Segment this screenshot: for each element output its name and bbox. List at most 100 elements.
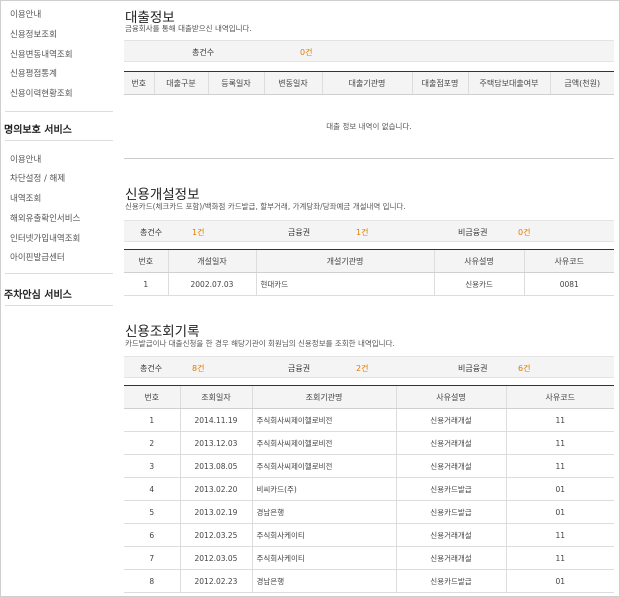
cell-no: 7: [124, 546, 180, 570]
cell-reason: 신용거래개설: [395, 431, 506, 455]
cell-code: 0081: [523, 272, 614, 296]
sidebar-item-overseas-leak[interactable]: 해외유출확인서비스: [10, 212, 80, 224]
cell-reason: 신용카드발급: [395, 569, 506, 593]
col-header: 조회일자: [179, 385, 252, 409]
sidebar-item-credit-history[interactable]: 신용이력현황조회: [10, 87, 73, 99]
sidebar-section-identity-protection[interactable]: 명의보호 서비스: [4, 121, 72, 136]
cell-date: 2002.07.03: [167, 272, 256, 296]
loan-summary: 총건수 0건: [124, 40, 614, 62]
cell-institution: 주식회사씨제이헬로비전: [251, 408, 396, 432]
col-header: 사유코드: [505, 385, 614, 409]
inquiry-table-header: 번호 조회일자 조회기관명 사유설명 사유코드: [124, 385, 614, 409]
col-header: 주택담보대출여부: [467, 71, 550, 95]
col-header: 번호: [124, 71, 154, 95]
cell-reason: 신용카드발급: [395, 477, 506, 501]
sidebar-item-identity-guide[interactable]: 이용안내: [10, 153, 41, 165]
table-row: 2 2013.12.03 주식회사씨제이헬로비전 신용거래개설 11: [124, 431, 614, 455]
sidebar: 이용안내 신용정보조회 신용변동내역조회 신용평점통계 신용이력현황조회 명의보…: [1, 1, 113, 596]
cell-institution: 경남은행: [251, 569, 396, 593]
cell-date: 2013.02.20: [179, 477, 252, 501]
table-row: 3 2013.08.05 주식회사씨제이헬로비전 신용거래개설 11: [124, 454, 614, 478]
sidebar-section-parking[interactable]: 주차안심 서비스: [4, 286, 72, 301]
cell-code: 11: [505, 523, 614, 547]
cell-institution: 주식회사케이티: [251, 546, 396, 570]
sidebar-item-credit-info[interactable]: 신용정보조회: [10, 28, 57, 40]
col-header: 개설일자: [167, 249, 256, 273]
sidebar-divider: [5, 140, 113, 141]
inquiry-desc: 카드발급이나 대출신청을 한 경우 해당기관이 회원님의 신용정보를 조회한 내…: [125, 339, 395, 348]
col-header: 번호: [124, 249, 168, 273]
loan-empty-text: 대출 정보 내역이 없습니다.: [326, 122, 412, 131]
cell-no: 1: [124, 272, 168, 296]
account-desc: 신용카드(체크카드 포함)/백화점 카드발급, 할부거래, 가계당좌/당좌예금 …: [125, 202, 406, 211]
cell-reason: 신용카드발급: [395, 500, 506, 524]
sidebar-divider: [5, 111, 113, 112]
cell-institution: 주식회사씨제이헬로비전: [251, 431, 396, 455]
inquiry-nonfin-label: 비금융권: [458, 364, 488, 373]
cell-date: 2012.02.23: [179, 569, 252, 593]
cell-date: 2013.08.05: [179, 454, 252, 478]
col-header: 대출구분: [153, 71, 208, 95]
cell-code: 01: [505, 477, 614, 501]
cell-code: 11: [505, 431, 614, 455]
cell-code: 11: [505, 546, 614, 570]
sidebar-item-ipin[interactable]: 아이핀발급센터: [10, 251, 65, 263]
col-header: 사유코드: [523, 249, 614, 273]
sidebar-item-internet-signup[interactable]: 인터넷가입내역조회: [10, 232, 80, 244]
account-table: 번호 개설일자 개설기관명 사유설명 사유코드 1 2002.07.03 현대카…: [124, 249, 614, 296]
col-header: 개설기관명: [255, 249, 434, 273]
account-nonfin-value: 0건: [518, 228, 531, 237]
sidebar-item-block-setting[interactable]: 차단설정 / 해제: [10, 172, 65, 184]
cell-reason: 신용거래개설: [395, 454, 506, 478]
sidebar-item-history[interactable]: 내역조회: [10, 192, 41, 204]
sidebar-divider: [5, 305, 113, 306]
table-row: 5 2013.02.19 경남은행 신용카드발급 01: [124, 500, 614, 524]
account-nonfin-label: 비금융권: [458, 228, 488, 237]
account-fin-label: 금융권: [288, 228, 311, 237]
cell-date: 2013.02.19: [179, 500, 252, 524]
col-header: 대출기관명: [321, 71, 412, 95]
loan-desc: 금융회사를 통해 대출받으신 내역입니다.: [125, 24, 252, 33]
cell-no: 6: [124, 523, 180, 547]
inquiry-fin-value: 2건: [356, 364, 369, 373]
account-total-label: 총건수: [140, 228, 163, 237]
cell-date: 2014.11.19: [179, 408, 252, 432]
cell-institution: 비씨카드(주): [251, 477, 396, 501]
cell-institution: 현대카드: [255, 272, 434, 296]
cell-code: 01: [505, 500, 614, 524]
table-row: 1 2002.07.03 현대카드 신용카드 0081: [124, 272, 614, 296]
cell-no: 1: [124, 408, 180, 432]
cell-institution: 주식회사씨제이헬로비전: [251, 454, 396, 478]
col-header: 사유설명: [433, 249, 524, 273]
sidebar-item-credit-stats[interactable]: 신용평점통계: [10, 67, 57, 79]
cell-date: 2013.12.03: [179, 431, 252, 455]
cell-reason: 신용거래개설: [395, 523, 506, 547]
inquiry-title: 신용조회기록: [125, 324, 200, 340]
cell-no: 8: [124, 569, 180, 593]
inquiry-nonfin-value: 6건: [518, 364, 531, 373]
cell-reason: 신용카드: [433, 272, 524, 296]
sidebar-item-credit-change[interactable]: 신용변동내역조회: [10, 48, 73, 60]
col-header: 변동일자: [263, 71, 322, 95]
cell-code: 11: [505, 454, 614, 478]
inquiry-summary: 총건수 8건 금융권 2건 비금융권 6건: [124, 356, 614, 378]
table-row: 6 2012.03.25 주식회사케이티 신용거래개설 11: [124, 523, 614, 547]
cell-no: 4: [124, 477, 180, 501]
col-header: 사유설명: [395, 385, 506, 409]
loan-empty-row: 대출 정보 내역이 없습니다.: [124, 95, 614, 159]
cell-reason: 신용거래개설: [395, 546, 506, 570]
cell-institution: 주식회사케이티: [251, 523, 396, 547]
cell-date: 2012.03.05: [179, 546, 252, 570]
inquiry-table: 번호 조회일자 조회기관명 사유설명 사유코드 1 2014.11.19 주식회…: [124, 385, 614, 593]
cell-no: 2: [124, 431, 180, 455]
sidebar-item-guide[interactable]: 이용안내: [10, 8, 41, 20]
cell-no: 3: [124, 454, 180, 478]
cell-code: 11: [505, 408, 614, 432]
cell-date: 2012.03.25: [179, 523, 252, 547]
sidebar-divider: [5, 273, 113, 274]
inquiry-total-label: 총건수: [140, 364, 163, 373]
col-header: 대출점포명: [411, 71, 468, 95]
cell-institution: 경남은행: [251, 500, 396, 524]
account-summary: 총건수 1건 금융권 1건 비금융권 0건: [124, 220, 614, 242]
loan-table-header: 번호 대출구분 등록일자 변동일자 대출기관명 대출점포명 주택담보대출여부 금…: [124, 71, 614, 95]
